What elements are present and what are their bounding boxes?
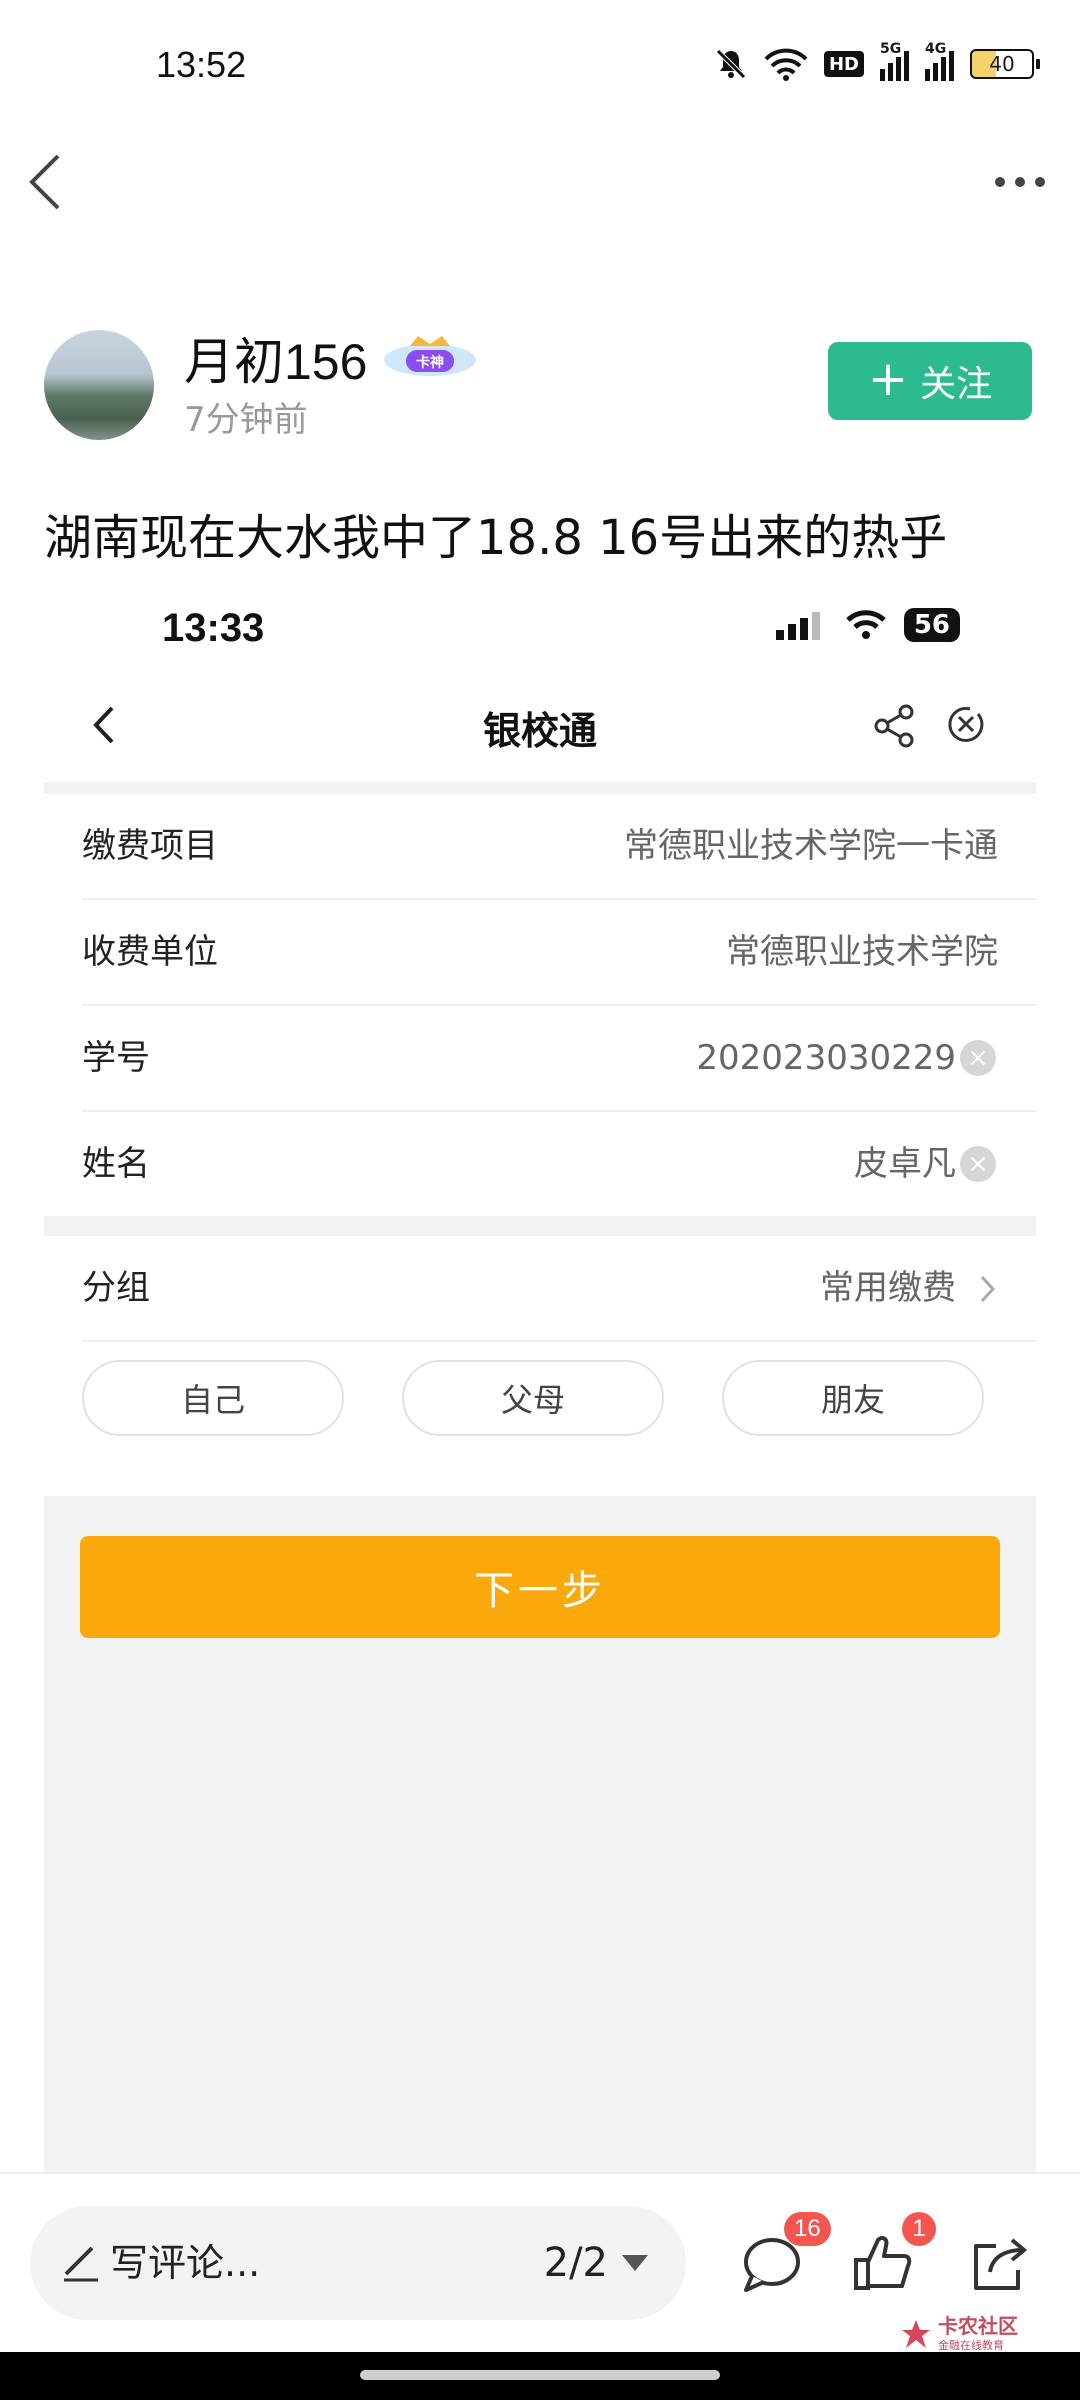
row-value: 常德职业技术学院 bbox=[726, 932, 998, 972]
page-indicator[interactable]: 2/2 bbox=[544, 2206, 648, 2320]
chevron-right-icon bbox=[980, 1275, 996, 1303]
row-label: 收费单位 bbox=[82, 932, 218, 972]
row-value: 202023030229 bbox=[696, 1038, 956, 1078]
clear-icon bbox=[960, 1040, 996, 1076]
follow-button[interactable]: + 关注 bbox=[828, 342, 1032, 420]
author-name[interactable]: 月初156 bbox=[184, 322, 367, 394]
row-value: 常德职业技术学院一卡通 bbox=[624, 826, 998, 866]
watermark-text: 卡农社区 bbox=[938, 2314, 1018, 2338]
plus-icon: + bbox=[867, 351, 909, 407]
post-text: 湖南现在大水我中了18.8 16号出来的热乎 bbox=[44, 510, 948, 566]
comment-input[interactable]: 写评论... 2/2 bbox=[30, 2206, 686, 2320]
page-indicator-text: 2/2 bbox=[543, 2240, 608, 2286]
comment-placeholder: 写评论... bbox=[110, 2241, 261, 2285]
clear-icon bbox=[960, 1146, 996, 1182]
post-image[interactable]: 13:33 56 银校通 缴费项目 常德职业技术学院一卡通 收费单位 常德职业技… bbox=[44, 588, 1036, 2174]
signal-5g-icon: 5G bbox=[880, 41, 909, 81]
watermark-logo-icon bbox=[902, 2319, 930, 2348]
row-label: 分组 bbox=[82, 1268, 150, 1308]
shot-wifi-icon bbox=[846, 610, 886, 639]
shot-header: 13:33 56 银校通 bbox=[44, 588, 1036, 782]
hd-icon: HD bbox=[824, 51, 864, 77]
chip-friends: 朋友 bbox=[722, 1360, 984, 1436]
next-step-button: 下一步 bbox=[80, 1536, 1000, 1638]
shot-share-icon bbox=[874, 704, 914, 748]
row-name: 姓名 皮卓凡 bbox=[82, 1112, 1036, 1216]
row-student-id: 学号 202023030229 bbox=[82, 1006, 1036, 1112]
row-payee: 收费单位 常德职业技术学院 bbox=[82, 900, 1036, 1006]
follow-label: 关注 bbox=[920, 364, 993, 405]
payment-info-card: 缴费项目 常德职业技术学院一卡通 收费单位 常德职业技术学院 学号 202023… bbox=[44, 794, 1036, 1216]
signal-4g-icon: 4G bbox=[925, 41, 954, 81]
status-time: 13:52 bbox=[156, 44, 247, 85]
caret-down-icon bbox=[622, 2255, 648, 2271]
avatar[interactable] bbox=[44, 330, 154, 440]
group-card: 分组 常用缴费 自己 父母 朋友 bbox=[44, 1236, 1036, 1496]
row-label: 学号 bbox=[82, 1038, 150, 1078]
chip-self: 自己 bbox=[82, 1360, 344, 1436]
battery-icon: 40 bbox=[970, 49, 1040, 79]
shot-close-icon bbox=[948, 706, 984, 742]
row-value: 皮卓凡 bbox=[854, 1144, 956, 1184]
shot-status-icons: 56 bbox=[775, 608, 960, 642]
row-label: 姓名 bbox=[82, 1144, 150, 1184]
row-group: 分组 常用缴费 bbox=[82, 1236, 1036, 1342]
group-chips: 自己 父母 朋友 bbox=[82, 1360, 984, 1436]
comment-count-badge: 16 bbox=[784, 2212, 831, 2246]
back-arrow-icon[interactable] bbox=[22, 150, 72, 214]
chip-parents: 父母 bbox=[402, 1360, 664, 1436]
wifi-icon bbox=[764, 48, 808, 81]
crown-badge-icon: 卡神 bbox=[380, 332, 480, 380]
post-time: 7分钟前 bbox=[184, 400, 308, 440]
mute-bell-icon bbox=[716, 49, 746, 79]
row-payment-item: 缴费项目 常德职业技术学院一卡通 bbox=[82, 794, 1036, 900]
bottom-divider bbox=[0, 2172, 1080, 2174]
shot-battery-icon: 56 bbox=[903, 608, 960, 642]
shot-signal-icon bbox=[775, 612, 820, 640]
row-label: 缴费项目 bbox=[82, 826, 218, 866]
shot-status-time: 13:33 bbox=[162, 606, 265, 650]
row-value: 常用缴费 bbox=[820, 1268, 956, 1308]
home-indicator[interactable] bbox=[360, 2370, 720, 2380]
watermark: 卡农社区 金融在线教育 bbox=[900, 2316, 1018, 2351]
watermark-subtext: 金融在线教育 bbox=[938, 2339, 1004, 2352]
like-count-badge: 1 bbox=[902, 2212, 936, 2246]
status-icons: HD 5G 4G 40 bbox=[714, 41, 1040, 86]
pencil-icon bbox=[64, 2246, 98, 2282]
more-options-icon[interactable] bbox=[990, 170, 1050, 194]
share-icon[interactable] bbox=[966, 2228, 1036, 2298]
